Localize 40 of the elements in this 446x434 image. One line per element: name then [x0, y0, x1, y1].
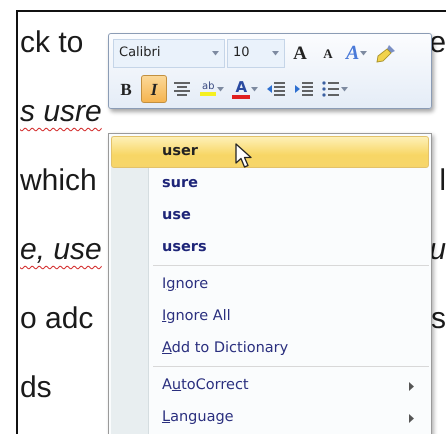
- menu-item[interactable]: Ignore All: [111, 301, 429, 333]
- brush-icon: [375, 43, 398, 63]
- suggestion-item[interactable]: users: [111, 232, 429, 264]
- caret-icon: [272, 50, 279, 56]
- menu-item[interactable]: Language: [111, 402, 429, 434]
- document-text: l: [439, 163, 446, 199]
- document-text: o adc: [20, 301, 94, 337]
- menu-item[interactable]: Ignore: [111, 269, 429, 301]
- submenu-arrow-icon: [409, 382, 414, 390]
- increase-indent-icon: [294, 81, 314, 97]
- highlight-button[interactable]: ab: [197, 75, 228, 103]
- document-text: which: [20, 163, 97, 199]
- italic-button[interactable]: I: [141, 75, 167, 103]
- mouse-pointer-icon: [235, 143, 253, 169]
- caret-icon: [217, 86, 224, 92]
- font-color-button[interactable]: A: [229, 75, 262, 103]
- font-combo[interactable]: Calibri: [113, 38, 225, 68]
- menu-item[interactable]: Add to Dictionary: [111, 333, 429, 365]
- decrease-indent-icon: [266, 81, 286, 97]
- size-combo[interactable]: 10: [227, 38, 285, 68]
- caret-icon: [251, 86, 258, 92]
- grow-font-button[interactable]: A: [287, 39, 313, 67]
- align-center-icon: [173, 81, 191, 97]
- document-text: s usre: [20, 94, 102, 130]
- bold-button[interactable]: B: [113, 75, 139, 103]
- bullet-list-icon: [322, 81, 340, 97]
- caret-icon: [360, 50, 368, 56]
- document-text: e, use: [20, 232, 102, 268]
- text-effects-button[interactable]: A: [343, 39, 370, 67]
- caret-icon: [341, 86, 348, 92]
- suggestion-item[interactable]: sure: [111, 168, 429, 200]
- menu-item[interactable]: AutoCorrect: [111, 370, 429, 402]
- suggestion-item[interactable]: use: [111, 200, 429, 232]
- suggestion-item[interactable]: user: [111, 136, 429, 168]
- document-text: s: [431, 301, 446, 337]
- submenu-arrow-icon: [409, 414, 414, 422]
- document-text: ds: [20, 370, 52, 406]
- document-text: ck to: [20, 25, 84, 61]
- shrink-font-button[interactable]: A: [315, 39, 341, 67]
- caret-icon: [212, 50, 219, 56]
